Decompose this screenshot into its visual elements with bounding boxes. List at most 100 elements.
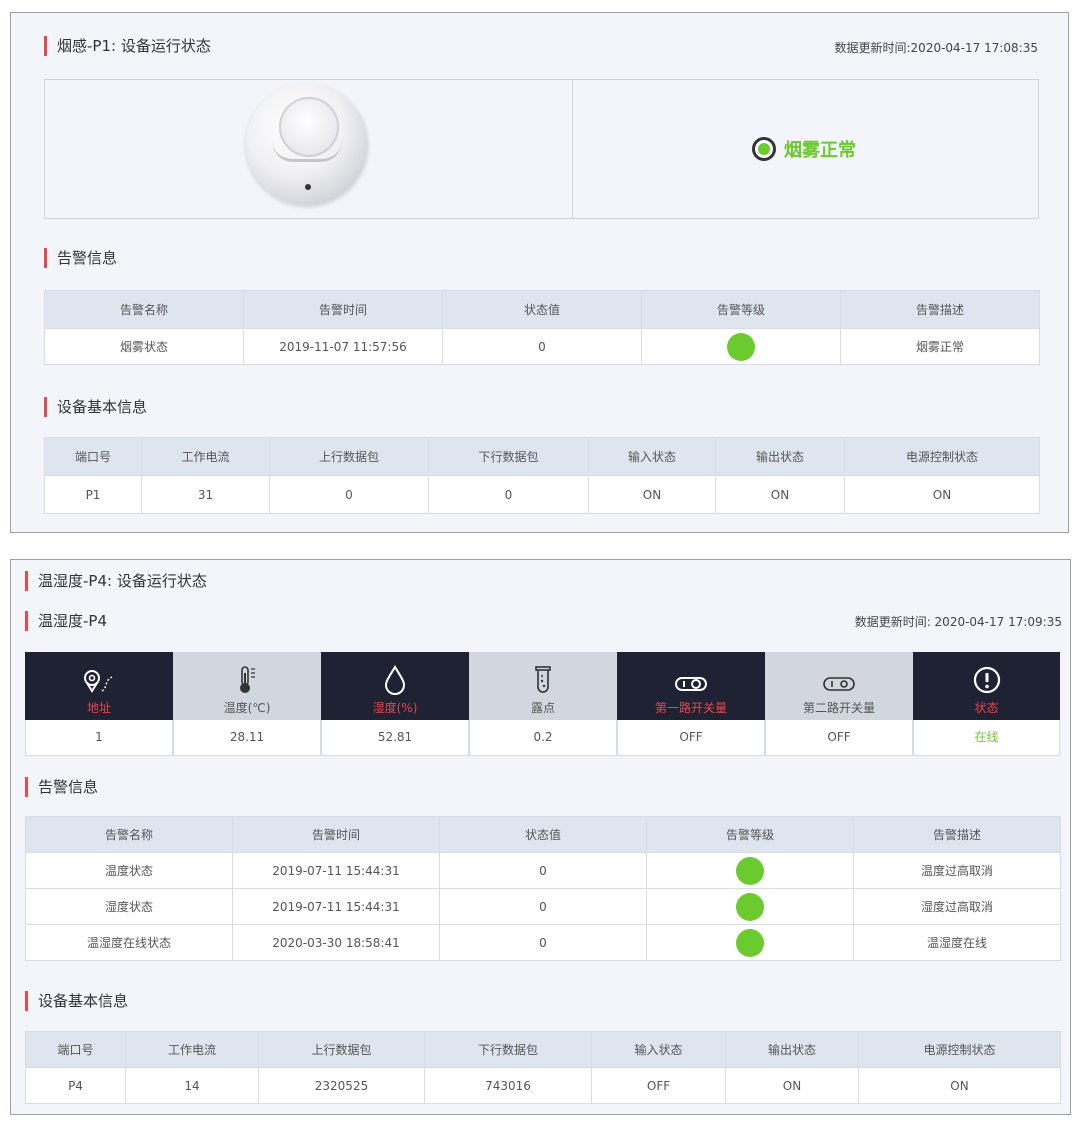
alarm-time: 2019-07-11 15:44:31 xyxy=(232,852,440,889)
column-header: 端口号 xyxy=(25,1031,126,1068)
smoke-detector-panel: 烟感-P1: 设备运行状态 数据更新时间:2020-04-17 17:08:35… xyxy=(10,12,1069,533)
alarm-time: 2019-07-11 15:44:31 xyxy=(232,888,440,925)
update-time: 数据更新时间:2020-04-17 17:08:35 xyxy=(834,41,1039,55)
table-cell: 0 xyxy=(269,475,429,514)
column-header: 告警描述 xyxy=(840,290,1040,329)
alarm-desc: 温度过高取消 xyxy=(853,852,1061,889)
column-header: 告警名称 xyxy=(44,290,244,329)
smoke-status-text: 烟雾正常 xyxy=(784,140,856,161)
column-header: 工作电流 xyxy=(125,1031,259,1068)
table-cell: 14 xyxy=(125,1067,259,1104)
device-image-box: 烟雾正常 xyxy=(44,79,1039,219)
alarm-desc: 温湿度在线 xyxy=(853,924,1061,961)
tile-value: 1 xyxy=(25,720,173,756)
alarm-level-dot xyxy=(736,856,764,885)
column-header: 下行数据包 xyxy=(424,1031,592,1068)
column-header: 告警描述 xyxy=(853,816,1061,853)
table-cell: ON xyxy=(715,475,845,514)
panel-title-text: 烟感-P1: 设备运行状态 xyxy=(57,37,211,55)
title-accent-bar xyxy=(25,570,28,591)
alarm-desc: 湿度过高取消 xyxy=(853,888,1061,925)
tile-status: 状态 xyxy=(913,652,1060,720)
toggle-icon xyxy=(675,677,707,691)
alarm-level-dot xyxy=(736,928,764,957)
tile-temperature: 温度(℃) xyxy=(173,652,321,720)
alarm-table: 告警名称 告警时间 状态值 告警等级 告警描述 烟雾状态 2019-11-07 … xyxy=(44,290,1040,365)
column-header: 下行数据包 xyxy=(428,437,589,476)
tile-value: OFF xyxy=(765,720,913,756)
temp-humidity-panel: 温湿度-P4: 设备运行状态 温湿度-P4 数据更新时间: 2020-04-17… xyxy=(10,559,1071,1115)
sensor-tiles: 地址 温度(℃) 湿度(%) 露点 第一路开关量 第二路开关量 状态 1 28.… xyxy=(25,652,1060,756)
alarm-name: 温度状态 xyxy=(25,852,233,889)
status-ring-icon xyxy=(752,137,776,161)
device-info-table: 端口号 工作电流 上行数据包 下行数据包 输入状态 输出状态 电源控制状态 P4… xyxy=(25,1031,1061,1104)
alarm-level xyxy=(646,924,854,961)
table-cell: 31 xyxy=(141,475,270,514)
tile-humidity: 湿度(%) xyxy=(321,652,469,720)
table-row: P4 14 2320525 743016 OFF ON ON xyxy=(25,1067,1061,1104)
alarm-time: 2020-03-30 18:58:41 xyxy=(232,924,440,961)
title-accent-bar xyxy=(44,396,47,417)
alarm-time: 2019-11-07 11:57:56 xyxy=(243,328,443,365)
device-info-table: 端口号 工作电流 上行数据包 下行数据包 输入状态 输出状态 电源控制状态 P1… xyxy=(44,437,1040,514)
table-cell: P4 xyxy=(25,1067,126,1104)
info-section-title: 设备基本信息 xyxy=(44,396,147,417)
title-accent-bar xyxy=(25,610,28,631)
tile-value-status: 在线 xyxy=(913,720,1060,756)
column-header: 电源控制状态 xyxy=(858,1031,1061,1068)
location-icon xyxy=(84,670,113,693)
alarm-table: 告警名称 告警时间 状态值 告警等级 告警描述 温度状态 2019-07-11 … xyxy=(25,816,1061,961)
alert-circle-icon xyxy=(973,666,1000,694)
table-cell: ON xyxy=(844,475,1040,514)
tile-values-row: 1 28.11 52.81 0.2 OFF OFF 在线 xyxy=(25,720,1060,756)
table-cell: ON xyxy=(725,1067,859,1104)
table-cell: ON xyxy=(588,475,716,514)
column-header: 告警时间 xyxy=(243,290,443,329)
column-header: 输入状态 xyxy=(591,1031,726,1068)
column-header: 状态值 xyxy=(439,816,647,853)
tile-value: 28.11 xyxy=(173,720,321,756)
alarm-value: 0 xyxy=(439,924,647,961)
title-accent-bar xyxy=(44,35,47,56)
alarm-level xyxy=(646,888,854,925)
alarm-value: 0 xyxy=(439,852,647,889)
alarm-section-title: 告警信息 xyxy=(25,776,98,797)
title-accent-bar xyxy=(25,990,28,1011)
tile-value: 52.81 xyxy=(321,720,469,756)
alarm-value: 0 xyxy=(439,888,647,925)
column-header: 输出状态 xyxy=(725,1031,859,1068)
image-divider xyxy=(572,80,573,218)
tile-switch-2: 第二路开关量 xyxy=(765,652,913,720)
table-cell: ON xyxy=(858,1067,1061,1104)
alarm-name: 烟雾状态 xyxy=(44,328,244,365)
test-tube-icon xyxy=(535,666,551,693)
tile-switch-1: 第一路开关量 xyxy=(617,652,765,720)
alarm-level-dot xyxy=(727,332,755,361)
column-header: 上行数据包 xyxy=(269,437,429,476)
smoke-detector-image xyxy=(246,83,368,205)
alarm-value: 0 xyxy=(442,328,642,365)
column-header: 输出状态 xyxy=(715,437,845,476)
table-row: P1 31 0 0 ON ON ON xyxy=(44,475,1040,514)
panel-title: 烟感-P1: 设备运行状态 xyxy=(44,35,211,56)
column-header: 告警等级 xyxy=(641,290,841,329)
column-header: 告警等级 xyxy=(646,816,854,853)
alarm-section-title: 告警信息 xyxy=(44,247,117,268)
table-row: 温湿度在线状态 2020-03-30 18:58:41 0 温湿度在线 xyxy=(25,924,1061,961)
column-header: 电源控制状态 xyxy=(844,437,1040,476)
alarm-level xyxy=(641,328,841,365)
column-header: 输入状态 xyxy=(588,437,716,476)
tile-dew-point: 露点 xyxy=(469,652,617,720)
table-cell: 0 xyxy=(428,475,589,514)
column-header: 状态值 xyxy=(442,290,642,329)
column-header: 告警名称 xyxy=(25,816,233,853)
alarm-name: 湿度状态 xyxy=(25,888,233,925)
table-cell: 2320525 xyxy=(258,1067,425,1104)
water-drop-icon xyxy=(384,665,406,695)
alarm-level-dot xyxy=(736,892,764,921)
column-header: 工作电流 xyxy=(141,437,270,476)
alarm-desc: 烟雾正常 xyxy=(840,328,1040,365)
info-section-title: 设备基本信息 xyxy=(25,990,128,1011)
tile-value: 0.2 xyxy=(469,720,617,756)
table-cell: 743016 xyxy=(424,1067,592,1104)
